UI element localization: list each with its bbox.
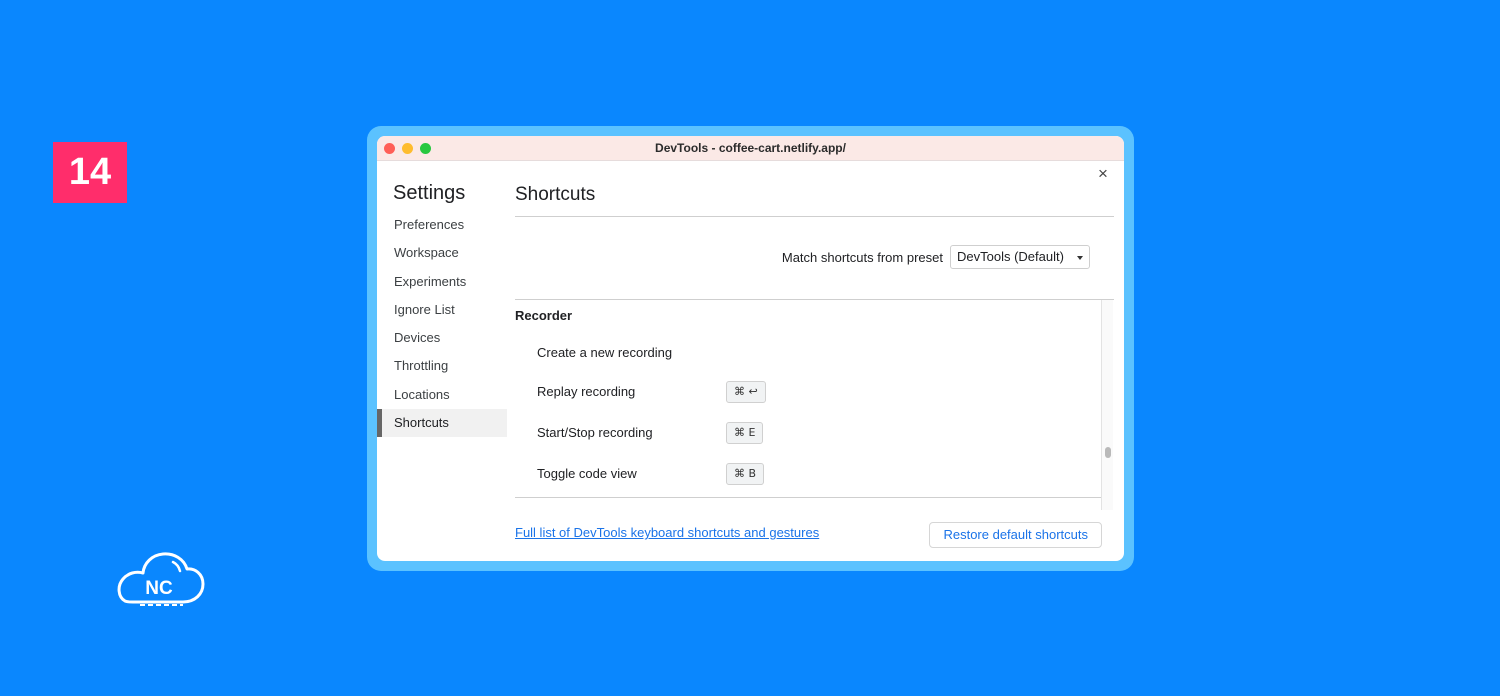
shortcuts-panel: Shortcuts Match shortcuts from preset De… xyxy=(515,161,1114,561)
shortcuts-docs-link[interactable]: Full list of DevTools keyboard shortcuts… xyxy=(515,525,819,540)
shortcut-label: Toggle code view xyxy=(537,466,637,481)
devtools-window: DevTools - coffee-cart.netlify.app/ × Se… xyxy=(377,136,1124,561)
scrollbar-thumb[interactable] xyxy=(1105,447,1111,458)
page-title: Shortcuts xyxy=(515,184,596,205)
sidebar-item-devices[interactable]: Devices xyxy=(377,324,507,352)
close-window-button[interactable] xyxy=(384,143,395,154)
sidebar-item-workspace[interactable]: Workspace xyxy=(377,239,507,267)
shortcut-label: Create a new recording xyxy=(537,345,673,360)
settings-sidebar: Settings Preferences Workspace Experimen… xyxy=(377,161,507,561)
nc-cloud-logo: NC xyxy=(117,552,205,606)
sidebar-item-ignore-list[interactable]: Ignore List xyxy=(377,296,507,324)
shortcut-row: Create a new recording xyxy=(537,342,837,364)
preset-selected-value: DevTools (Default) xyxy=(957,249,1064,264)
logo-text: NC xyxy=(145,578,173,599)
shortcut-key[interactable]: ⌘ E xyxy=(726,422,764,444)
slide-number-badge: 14 xyxy=(53,142,127,203)
zoom-window-button[interactable] xyxy=(420,143,431,154)
preset-label: Match shortcuts from preset xyxy=(781,249,943,265)
sidebar-item-throttling[interactable]: Throttling xyxy=(377,352,507,380)
sidebar-item-locations[interactable]: Locations xyxy=(377,381,507,409)
traffic-lights xyxy=(384,143,431,154)
minimize-window-button[interactable] xyxy=(402,143,413,154)
title-bar: DevTools - coffee-cart.netlify.app/ xyxy=(377,136,1124,161)
section-title-recorder: Recorder xyxy=(515,308,573,323)
window-title: DevTools - coffee-cart.netlify.app/ xyxy=(655,141,846,155)
shortcut-key[interactable]: ⌘ ↩ xyxy=(726,381,766,403)
divider xyxy=(515,299,1114,300)
shortcut-row: Toggle code view ⌘ B xyxy=(537,463,837,485)
settings-title: Settings xyxy=(393,182,466,204)
chevron-down-icon xyxy=(1077,256,1083,260)
divider xyxy=(515,216,1114,217)
shortcut-label: Start/Stop recording xyxy=(537,425,653,440)
divider xyxy=(515,497,1101,498)
shortcut-label: Replay recording xyxy=(537,384,636,399)
sidebar-item-shortcuts[interactable]: Shortcuts xyxy=(377,409,507,438)
sidebar-item-experiments[interactable]: Experiments xyxy=(377,268,507,296)
restore-default-shortcuts-button[interactable]: Restore default shortcuts xyxy=(929,522,1102,548)
sidebar-item-preferences[interactable]: Preferences xyxy=(377,211,507,239)
scrollbar[interactable] xyxy=(1101,300,1113,510)
settings-nav: Preferences Workspace Experiments Ignore… xyxy=(377,211,507,438)
preset-select[interactable]: DevTools (Default) xyxy=(950,245,1090,269)
shortcut-row: Replay recording ⌘ ↩ xyxy=(537,381,837,403)
shortcut-row: Start/Stop recording ⌘ E xyxy=(537,422,837,444)
preset-row: Match shortcuts from preset DevTools (De… xyxy=(782,245,1090,269)
shortcut-key[interactable]: ⌘ B xyxy=(726,463,765,485)
